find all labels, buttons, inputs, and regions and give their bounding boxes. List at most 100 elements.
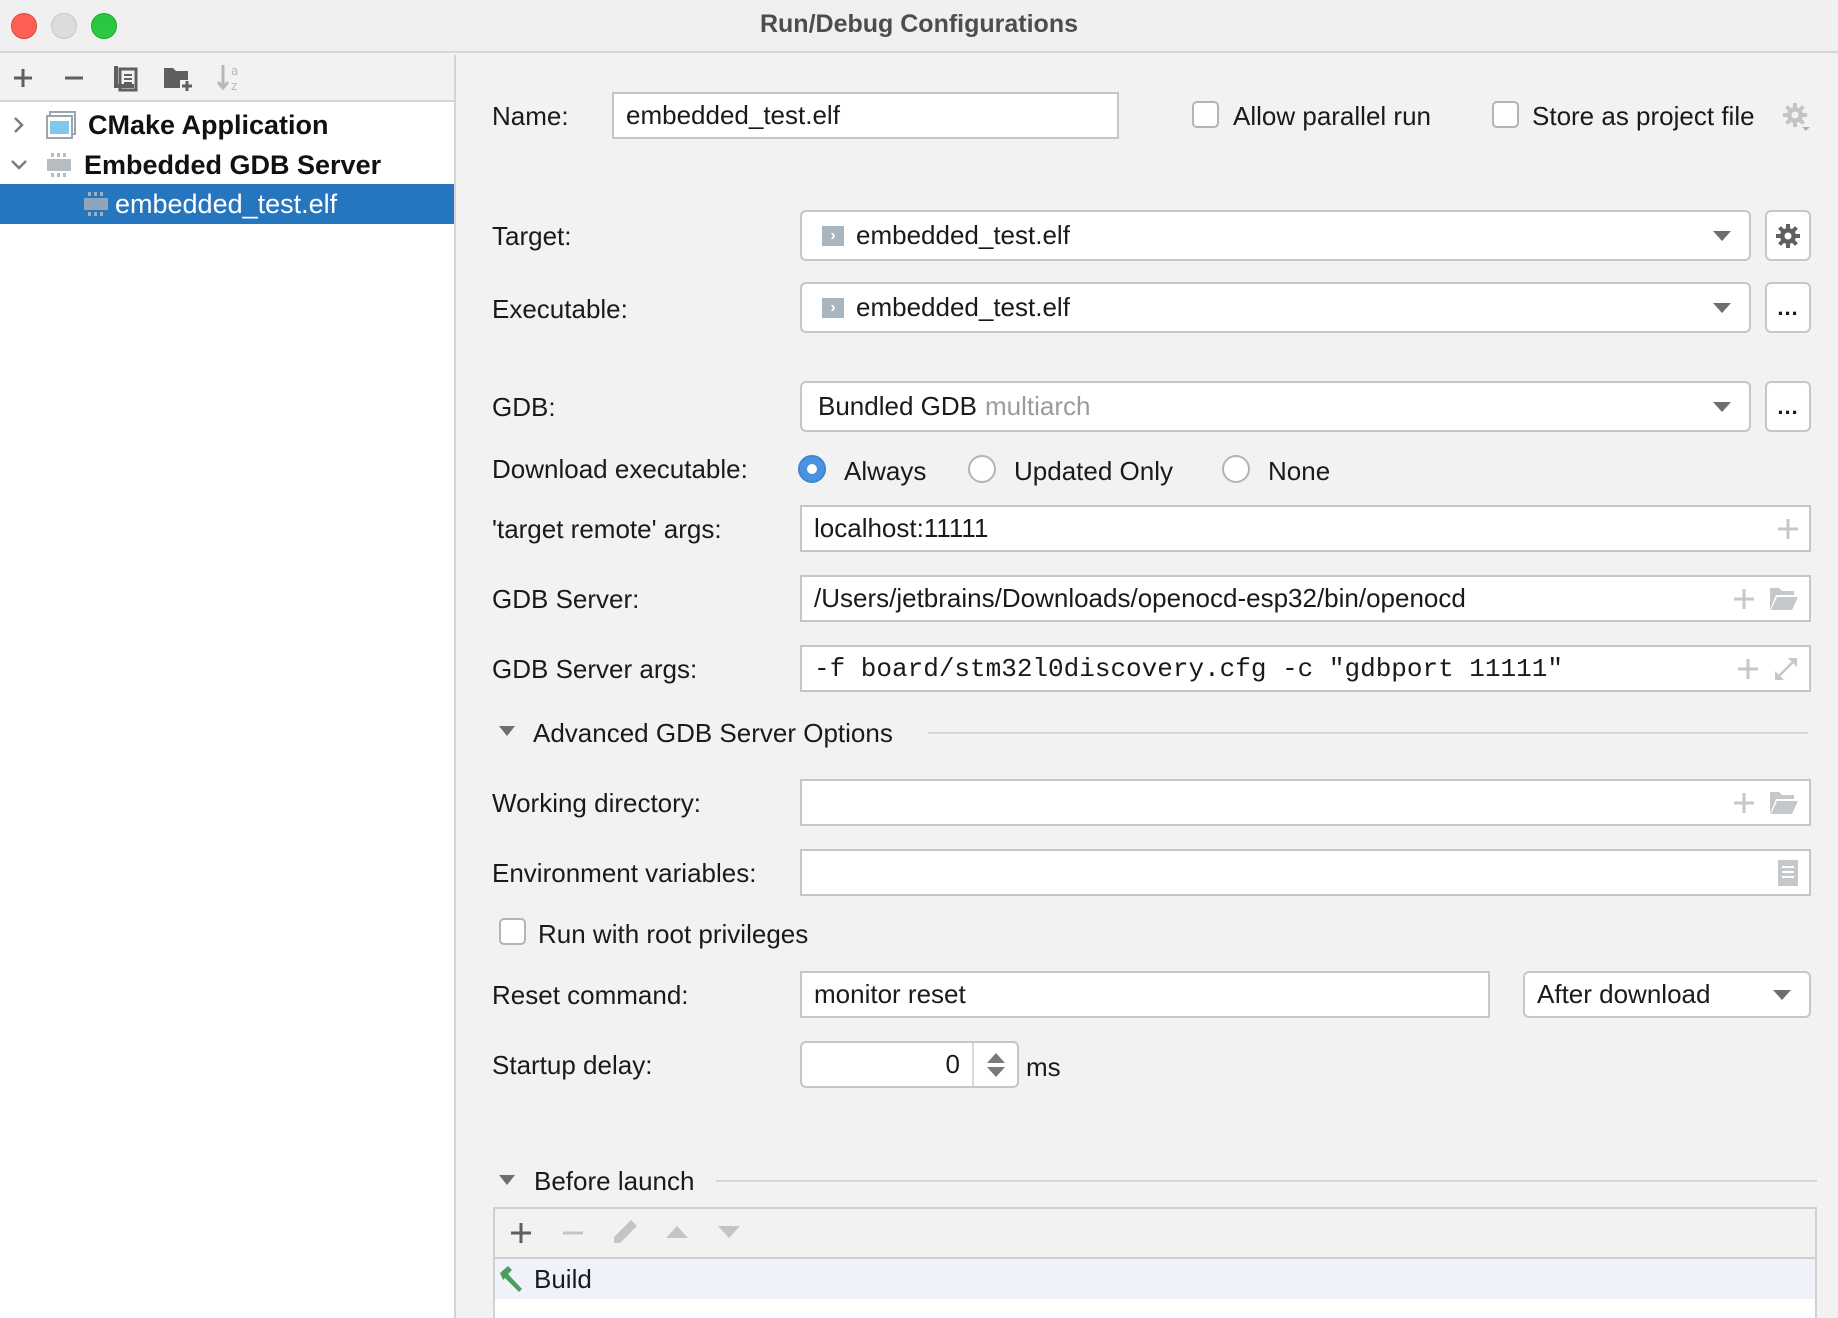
gdb-server-value: /Users/jetbrains/Downloads/openocd-esp32…	[814, 583, 1466, 613]
dropdown-arrow-icon	[1713, 230, 1731, 241]
working-directory-label: Working directory:	[492, 788, 702, 818]
move-task-down-button[interactable]	[717, 1225, 741, 1244]
target-value: embedded_test.elf	[856, 220, 1070, 250]
run-with-root-privileges-label: Run with root privileges	[538, 919, 809, 949]
move-task-up-button[interactable]	[665, 1225, 689, 1244]
reset-mode-value: After download	[1537, 979, 1711, 1009]
insert-macro-plus-icon[interactable]	[1737, 658, 1759, 680]
new-folder-icon	[164, 68, 192, 91]
executable-file-icon: ›	[822, 297, 844, 318]
copy-icon	[114, 66, 138, 92]
download-always-radio[interactable]	[798, 455, 826, 483]
tree-item-cmake-application[interactable]: CMake Application	[0, 105, 454, 145]
chevron-down-icon[interactable]	[8, 154, 30, 176]
title-bar: Run/Debug Configurations	[0, 0, 1838, 53]
gear-icon	[1776, 223, 1800, 248]
working-directory-input[interactable]	[800, 779, 1811, 826]
spinner-down-icon[interactable]	[986, 1066, 1005, 1077]
gdb-hint: multiarch	[984, 391, 1091, 421]
window-title: Run/Debug Configurations	[759, 10, 1079, 38]
allow-parallel-run-checkbox[interactable]	[1192, 101, 1219, 128]
sidebar-toolbar: az	[0, 55, 454, 102]
spinner-arrows[interactable]	[972, 1043, 1017, 1086]
store-as-project-file-label: Store as project file	[1532, 101, 1755, 131]
gdb-server-label: GDB Server:	[492, 584, 640, 614]
name-label: Name:	[492, 101, 569, 131]
sort-button[interactable]: az	[214, 63, 244, 93]
add-task-button[interactable]	[509, 1221, 533, 1250]
dropdown-arrow-icon	[1713, 302, 1731, 313]
insert-macro-plus-icon[interactable]	[1777, 518, 1799, 540]
chip-icon	[84, 191, 108, 217]
dropdown-arrow-icon	[1773, 989, 1791, 1000]
expand-icon[interactable]	[1773, 656, 1799, 682]
tree-item-label: Embedded GDB Server	[84, 149, 382, 180]
arrow-down-icon	[718, 1226, 740, 1238]
before-launch-task-build[interactable]: Build	[495, 1259, 1815, 1299]
gdb-dropdown[interactable]: Bundled GDB multiarch	[800, 381, 1751, 432]
plus-icon	[14, 69, 32, 87]
gdb-server-input[interactable]: /Users/jetbrains/Downloads/openocd-esp32…	[800, 575, 1811, 622]
minus-icon	[563, 1231, 583, 1235]
minus-icon	[65, 76, 83, 80]
target-remote-value: localhost:11111	[814, 513, 989, 543]
target-dropdown[interactable]: › embedded_test.elf	[800, 210, 1751, 261]
edit-list-icon[interactable]	[1777, 859, 1799, 887]
reset-command-input[interactable]: monitor reset	[800, 971, 1490, 1018]
environment-variables-label: Environment variables:	[492, 858, 757, 888]
download-none-radio[interactable]	[1222, 455, 1250, 483]
advanced-section-divider	[928, 732, 1808, 734]
task-label: Build	[534, 1263, 592, 1294]
insert-macro-plus-icon[interactable]	[1733, 792, 1755, 814]
environment-variables-input[interactable]	[800, 849, 1811, 896]
cmake-app-icon	[46, 111, 76, 139]
before-launch-panel: Build	[493, 1207, 1817, 1318]
gdb-browse-button[interactable]: ...	[1765, 381, 1811, 432]
spinner-up-icon[interactable]	[986, 1052, 1005, 1063]
target-settings-button[interactable]	[1765, 210, 1811, 261]
target-label: Target:	[492, 221, 572, 251]
executable-file-icon: ›	[822, 225, 844, 246]
gdb-server-args-label: GDB Server args:	[492, 654, 698, 684]
remove-task-button[interactable]	[561, 1221, 585, 1250]
run-with-root-privileges-checkbox[interactable]	[499, 918, 526, 945]
folder-open-icon[interactable]	[1769, 587, 1799, 611]
name-input[interactable]: embedded_test.elf	[612, 92, 1119, 139]
triangle-down-icon	[499, 726, 515, 736]
edit-task-button[interactable]	[611, 1218, 639, 1251]
reset-mode-dropdown[interactable]: After download	[1523, 971, 1811, 1018]
before-launch-collapse-toggle[interactable]	[499, 1175, 515, 1185]
configurations-sidebar: az CMake Application Embedded GDB Server…	[0, 55, 456, 1318]
startup-delay-unit: ms	[1026, 1052, 1061, 1082]
insert-macro-plus-icon[interactable]	[1733, 588, 1755, 610]
tree-item-embedded-gdb-server[interactable]: Embedded GDB Server	[0, 145, 454, 185]
advanced-collapse-toggle[interactable]	[499, 726, 515, 736]
folder-open-icon[interactable]	[1769, 791, 1799, 815]
executable-value: embedded_test.elf	[856, 292, 1070, 322]
reset-command-label: Reset command:	[492, 980, 689, 1010]
executable-browse-button[interactable]: ...	[1765, 282, 1811, 333]
startup-delay-spinner[interactable]: 0	[800, 1041, 1019, 1088]
allow-parallel-run-label: Allow parallel run	[1233, 101, 1431, 131]
remove-configuration-button[interactable]	[59, 63, 89, 93]
gdb-server-args-input[interactable]: -f board/stm32l0discovery.cfg -c "gdbpor…	[800, 645, 1811, 692]
advanced-section-title: Advanced GDB Server Options	[533, 718, 893, 748]
startup-delay-value: 0	[945, 1049, 960, 1079]
store-settings-gear-icon[interactable]	[1782, 102, 1810, 137]
svg-text:z: z	[231, 79, 237, 93]
name-value: embedded_test.elf	[626, 100, 840, 130]
gdb-value: Bundled GDB	[818, 391, 977, 421]
target-remote-args-input[interactable]: localhost:11111	[800, 505, 1811, 552]
download-always-label: Always	[844, 456, 927, 486]
store-as-project-file-checkbox[interactable]	[1492, 101, 1519, 128]
tree-item-label: CMake Application	[88, 109, 329, 140]
tree-item-embedded-test-elf[interactable]: embedded_test.elf	[0, 184, 454, 224]
copy-configuration-button[interactable]	[110, 63, 140, 93]
add-configuration-button[interactable]	[8, 63, 38, 93]
download-updated-only-radio[interactable]	[968, 455, 996, 483]
executable-dropdown[interactable]: › embedded_test.elf	[800, 282, 1751, 333]
chevron-right-icon[interactable]	[8, 114, 30, 136]
new-folder-button[interactable]	[163, 63, 193, 93]
tree-item-label: embedded_test.elf	[115, 188, 338, 219]
gdb-label: GDB:	[492, 392, 556, 422]
